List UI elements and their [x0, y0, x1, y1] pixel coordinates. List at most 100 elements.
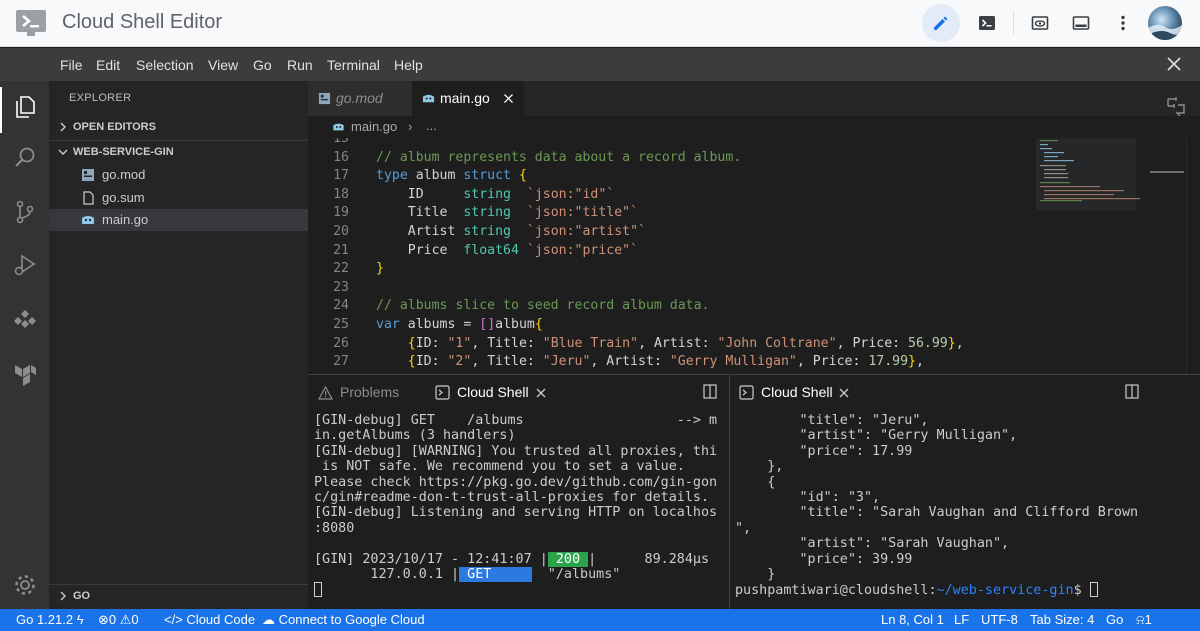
editor-actions-icon[interactable] — [1164, 95, 1188, 117]
line-text: // albums slice to seed record album dat… — [376, 298, 710, 314]
terminal-cursor — [314, 582, 322, 598]
terminal-output-right[interactable]: "title": "Jeru", "artist": "Gerry Mullig… — [735, 413, 1138, 599]
terminal-panel-right: Cloud Shell "title": "Jeru", "artist": "… — [731, 374, 1200, 609]
open-editors-section[interactable]: OPEN EDITORS — [49, 117, 308, 139]
gin-client-ip: 127.0.0.1 | — [314, 567, 460, 583]
settings-button[interactable] — [9, 569, 41, 601]
close-icon[interactable] — [1165, 55, 1183, 73]
terminal-line: "price": 39.99 — [735, 551, 913, 567]
line-number: 17 — [333, 168, 349, 184]
outline-label: GO — [73, 590, 91, 602]
notification-count: 1 — [1144, 612, 1152, 627]
status-tab-size[interactable]: Tab Size: 4 — [1030, 612, 1094, 627]
status-cursor-position[interactable]: Ln 8, Col 1 — [881, 612, 944, 627]
activity-bar — [0, 81, 49, 609]
menu-edit[interactable]: Edit — [96, 57, 120, 73]
section-divider — [49, 140, 308, 141]
error-icon: ⊗ — [98, 612, 109, 627]
outline-section[interactable]: GO — [49, 586, 308, 608]
go-mod-file-icon — [318, 92, 331, 105]
file-item-go-mod[interactable]: go.mod — [49, 164, 308, 186]
open-editor-button[interactable] — [922, 4, 960, 42]
status-notifications[interactable]: ⍾1 — [1136, 612, 1152, 628]
status-cloud-code[interactable]: </> Cloud Code — [164, 612, 255, 627]
menu-selection[interactable]: Selection — [136, 57, 194, 73]
breadcrumb-file[interactable]: main.go — [351, 119, 397, 134]
terminal-line: }, — [735, 459, 784, 475]
go-mod-file-icon — [82, 169, 94, 181]
close-tab-icon[interactable] — [535, 387, 547, 399]
minimap[interactable] — [1036, 138, 1186, 374]
gin-log-line: [GIN] 2023/10/17 - 12:41:07 | 200 | 89.2… — [314, 551, 717, 567]
terminal-line: "id": "3", — [735, 490, 881, 506]
run-debug-view-button[interactable] — [9, 249, 41, 281]
avatar-image-icon — [1148, 24, 1182, 40]
terminal-icon — [979, 16, 995, 30]
line-text: Title string `json:"title"` — [376, 205, 639, 221]
line-text: } — [376, 261, 384, 277]
menu-terminal[interactable]: Terminal — [327, 57, 380, 73]
web-preview-button[interactable] — [1021, 4, 1059, 42]
explorer-view-button[interactable] — [9, 91, 41, 123]
tab-cloud-shell[interactable]: Cloud Shell — [457, 384, 529, 400]
split-terminal-icon[interactable] — [703, 384, 717, 399]
toolbar-separator — [1013, 12, 1014, 34]
menu-view[interactable]: View — [208, 57, 238, 73]
close-tab-icon[interactable] — [502, 92, 515, 105]
line-number: 15 — [333, 138, 349, 146]
breadcrumb-more[interactable]: ... — [426, 118, 437, 133]
more-options-button[interactable] — [1104, 4, 1142, 42]
status-problems[interactable]: ⊗0 ⚠0 — [98, 612, 139, 628]
toggle-panel-button[interactable] — [1062, 4, 1100, 42]
user-avatar[interactable] — [1148, 6, 1182, 40]
file-item-main-go[interactable]: main.go — [49, 209, 308, 231]
menu-run[interactable]: Run — [287, 57, 313, 73]
tab-cloud-shell[interactable]: Cloud Shell — [761, 384, 833, 400]
source-control-view-button[interactable] — [9, 196, 41, 228]
status-encoding[interactable]: UTF-8 — [981, 612, 1018, 627]
terminal-icon — [435, 385, 450, 400]
shell-prompt: pushpamtiwari@cloudshell:~/web-service-g… — [735, 582, 1138, 598]
terraform-view-button[interactable] — [9, 358, 41, 390]
status-go-version[interactable]: Go 1.21.2 ϟ — [16, 612, 84, 627]
section-divider — [49, 584, 308, 585]
status-language[interactable]: Go — [1106, 612, 1123, 627]
split-terminal-icon[interactable] — [1125, 384, 1139, 399]
menu-help[interactable]: Help — [394, 57, 423, 73]
error-count: 0 — [108, 612, 117, 627]
app-title: Cloud Shell Editor — [62, 11, 223, 33]
terminal-line: [GIN-debug] Listening and serving HTTP o… — [314, 505, 718, 521]
terraform-icon — [15, 365, 36, 386]
editor-scrollbar[interactable] — [1186, 138, 1200, 374]
line-text: Price float64 `json:"price"` — [376, 242, 639, 258]
go-file-icon — [82, 216, 94, 224]
folder-section[interactable]: WEB-SERVICE-GIN — [49, 142, 308, 164]
gin-status-code: 200 — [547, 551, 589, 567]
status-connect-cloud[interactable]: ☁ Connect to Google Cloud — [262, 612, 425, 628]
tab-go-mod[interactable]: go.mod — [308, 81, 412, 116]
active-view-indicator — [0, 87, 2, 133]
prompt-path: ~/web-service-gin — [936, 583, 1074, 599]
line-number: 19 — [333, 205, 349, 221]
file-item-go-sum[interactable]: go.sum — [49, 187, 308, 209]
cloud-code-view-button[interactable] — [9, 303, 41, 335]
tab-problems[interactable]: Problems — [340, 384, 399, 400]
status-eol[interactable]: LF — [954, 612, 969, 627]
terminal-line: ", — [735, 520, 752, 536]
terminal-output-left[interactable]: [GIN-debug] GET /albums --> m in.getAlbum… — [314, 413, 717, 599]
connect-label: Connect to Google Cloud — [278, 612, 425, 627]
search-view-button[interactable] — [9, 142, 41, 174]
menu-go[interactable]: Go — [253, 57, 272, 73]
close-tab-icon[interactable] — [838, 387, 850, 399]
terminal-line: Please check https://pkg.go.dev/github.c… — [314, 474, 718, 490]
open-terminal-button[interactable] — [968, 4, 1006, 42]
line-text: {ID: "1", Title: "Blue Train", Artist: "… — [407, 335, 964, 351]
menu-file[interactable]: File — [60, 57, 83, 73]
explorer-title: EXPLORER — [69, 92, 132, 104]
line-number: 22 — [333, 261, 349, 277]
code-editor[interactable]: 15 16 // album represents data about a rec… — [308, 138, 1036, 374]
terminal-line: c/gin#readme-don-t-trust-all-proxies for… — [314, 490, 710, 506]
tab-main-go[interactable]: main.go — [412, 81, 524, 116]
search-icon — [15, 147, 35, 167]
terminal-line: is NOT safe. We recommend you to set a v… — [314, 459, 685, 475]
